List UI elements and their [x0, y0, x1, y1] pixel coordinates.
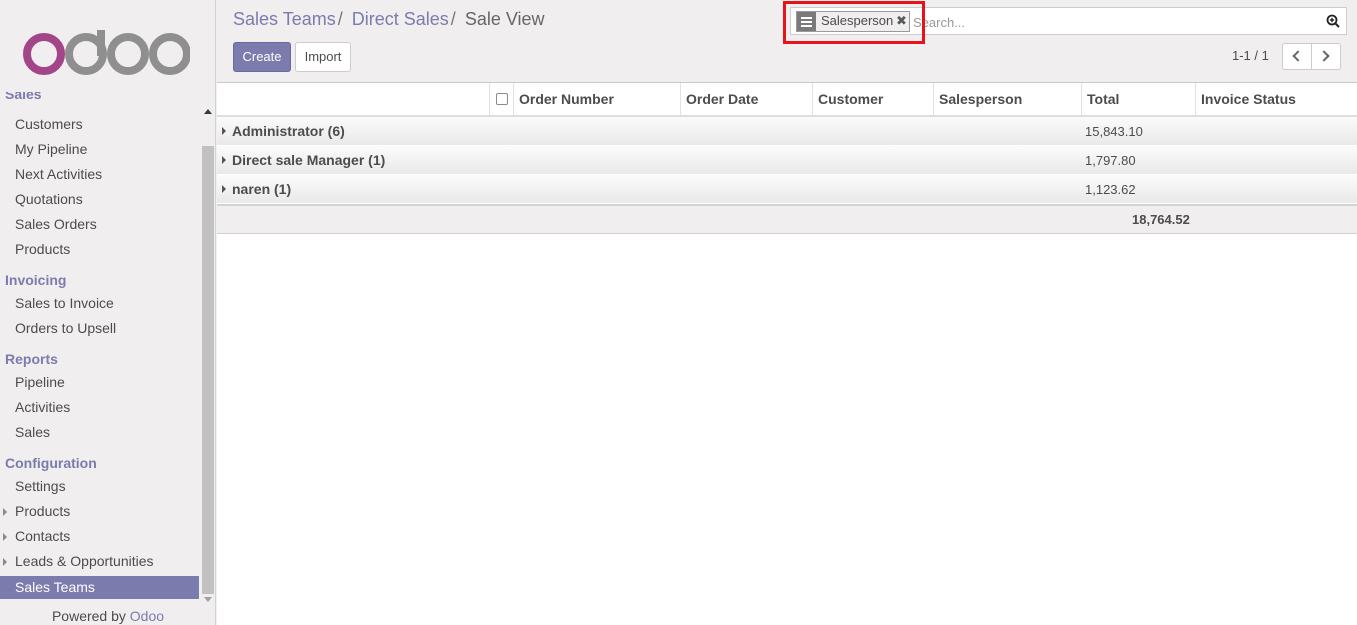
- create-button[interactable]: Create: [233, 42, 291, 72]
- sidebar-item-sales-to-invoice[interactable]: Sales to Invoice: [0, 292, 199, 315]
- powered-by-brand-link[interactable]: Odoo: [130, 608, 164, 624]
- breadcrumb: Sales Teams / Direct Sales / Sale View: [233, 9, 545, 30]
- pager-next-button[interactable]: [1311, 43, 1341, 70]
- menu-heading-reports[interactable]: Reports: [5, 351, 58, 367]
- column-customer[interactable]: Customer: [812, 83, 933, 115]
- column-total[interactable]: Total: [1081, 83, 1195, 115]
- sidebar-item-sales-orders[interactable]: Sales Orders: [0, 213, 199, 236]
- caret-right-icon: [222, 127, 226, 135]
- sidebar-scrollbar[interactable]: [201, 104, 215, 606]
- select-all-checkbox[interactable]: [496, 93, 508, 105]
- sidebar-item-label: Leads & Opportunities: [15, 553, 154, 569]
- sidebar-item-orders-to-upsell[interactable]: Orders to Upsell: [0, 317, 199, 340]
- group-total: 1,123.62: [1085, 182, 1136, 197]
- menu-heading-configuration[interactable]: Configuration: [5, 455, 97, 471]
- sidebar-item-pipeline[interactable]: Pipeline: [0, 371, 199, 394]
- chevron-left-icon: [1292, 50, 1304, 62]
- sidebar-item-sales-teams[interactable]: Sales Teams: [0, 576, 199, 599]
- caret-right-icon: [3, 508, 7, 516]
- breadcrumb-sales-teams[interactable]: Sales Teams: [233, 9, 336, 29]
- sidebar-item-leads-opportunities[interactable]: Leads & Opportunities: [0, 550, 199, 573]
- group-total: 15,843.10: [1085, 124, 1143, 139]
- chevron-right-icon: [1318, 50, 1330, 62]
- search-input[interactable]: [913, 12, 1313, 32]
- column-invoice-status[interactable]: Invoice Status: [1195, 83, 1357, 115]
- group-row-naren[interactable]: naren (1) 1,123.62: [217, 175, 1357, 204]
- caret-right-icon: [222, 185, 226, 193]
- pager-value[interactable]: 1-1 / 1: [1232, 48, 1269, 63]
- import-button[interactable]: Import: [295, 42, 351, 72]
- caret-right-icon: [3, 533, 7, 541]
- column-salesperson[interactable]: Salesperson: [933, 83, 1081, 115]
- search-plus-icon[interactable]: [1326, 14, 1340, 28]
- select-all-cell: [489, 83, 513, 115]
- sidebar-item-label: Contacts: [15, 528, 71, 544]
- sidebar-item-products[interactable]: Products: [0, 238, 199, 261]
- sidebar-item-customers[interactable]: Customers: [0, 113, 199, 136]
- table-header: Order Number Order Date Customer Salespe…: [217, 83, 1357, 117]
- breadcrumb-separator: /: [337, 9, 343, 29]
- group-name: Direct sale Manager (1): [232, 152, 386, 168]
- breadcrumb-separator: /: [450, 9, 456, 29]
- list-view: Order Number Order Date Customer Salespe…: [217, 82, 1357, 625]
- caret-right-icon: [222, 156, 226, 164]
- sidebar: Sales Customers My Pipeline Next Activit…: [0, 0, 216, 625]
- scroll-up-arrow-icon[interactable]: [204, 109, 212, 114]
- highlight-box: [783, 1, 925, 44]
- odoo-logo[interactable]: [22, 26, 190, 76]
- sidebar-item-label: Products: [15, 503, 71, 519]
- column-order-date[interactable]: Order Date: [680, 83, 812, 115]
- caret-right-icon: [3, 558, 7, 566]
- group-row-administrator[interactable]: Administrator (6) 15,843.10: [217, 117, 1357, 146]
- sidebar-item-label: Settings: [15, 478, 66, 494]
- sidebar-item-next-activities[interactable]: Next Activities: [0, 163, 199, 186]
- sidebar-item-config-products[interactable]: Products: [0, 500, 199, 523]
- powered-by: Powered by Odoo: [0, 608, 216, 624]
- scroll-down-arrow-icon[interactable]: [204, 597, 212, 602]
- menu-heading-sales[interactable]: Sales: [5, 92, 42, 102]
- sidebar-menu: Sales Customers My Pipeline Next Activit…: [0, 92, 200, 602]
- sidebar-item-settings[interactable]: Settings: [0, 475, 199, 498]
- table-footer: 18,764.52: [217, 204, 1357, 234]
- sidebar-item-activities[interactable]: Activities: [0, 396, 199, 419]
- grand-total: 18,764.52: [1132, 212, 1190, 227]
- group-total: 1,797.80: [1085, 153, 1136, 168]
- column-order-number[interactable]: Order Number: [513, 83, 680, 115]
- pager-previous-button[interactable]: [1282, 43, 1312, 70]
- sidebar-item-sales-report[interactable]: Sales: [0, 421, 199, 444]
- breadcrumb-current: Sale View: [464, 9, 545, 29]
- powered-by-text: Powered by: [51, 608, 126, 624]
- sidebar-item-label: Sales Teams: [15, 579, 95, 595]
- scrollbar-thumb[interactable]: [202, 146, 214, 594]
- group-name: Administrator (6): [232, 123, 345, 139]
- breadcrumb-direct-sales[interactable]: Direct Sales: [352, 9, 449, 29]
- sidebar-item-my-pipeline[interactable]: My Pipeline: [0, 138, 199, 161]
- group-name: naren (1): [232, 181, 292, 197]
- menu-heading-invoicing[interactable]: Invoicing: [5, 272, 66, 288]
- group-row-direct-sale-manager[interactable]: Direct sale Manager (1) 1,797.80: [217, 146, 1357, 175]
- sidebar-item-contacts[interactable]: Contacts: [0, 525, 199, 548]
- sidebar-item-quotations[interactable]: Quotations: [0, 188, 199, 211]
